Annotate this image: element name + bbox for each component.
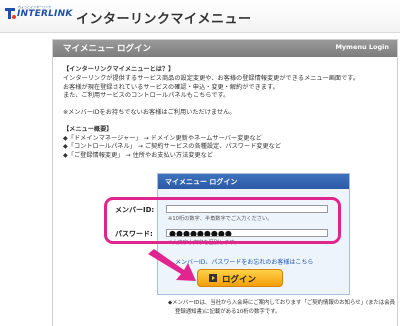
login-button-label: ログイン xyxy=(222,275,257,285)
play-arrow-icon xyxy=(209,274,217,282)
login-button[interactable]: ログイン xyxy=(197,269,283,287)
panel-header: マイメニュー ログイン Mymenu Login xyxy=(53,40,397,57)
intro-line: また、ご利用サービスのコントロールパネルもこちらです。 xyxy=(63,92,230,99)
footer-note: ◆メンバーIDは、当社から入会時にご案内しております「ご契約情報のお知らせ」(ま… xyxy=(168,300,396,306)
panel-subtitle: Mymenu Login xyxy=(335,43,389,51)
page: ちょっとインターリンク INTERLINK インターリンクマイメニュー マイメニ… xyxy=(0,0,400,326)
intro-line: インターリンクが提供するサービス商品の設定変更や、お客様の登録情報変更ができるメ… xyxy=(63,75,360,82)
overview-item: ◆「ドメインマネージャー」 → ドメイン更新やネームサーバー変更など xyxy=(63,134,262,142)
interlink-logo[interactable]: ちょっとインターリンク INTERLINK xyxy=(4,5,72,27)
logo-mark-icon xyxy=(5,8,16,19)
intro-note: ※メンバーIDをお持ちでないお客様はご利用いただけません。 xyxy=(63,109,236,116)
login-form-header: マイメニュー ログイン xyxy=(158,174,349,189)
pointer-arrow-icon xyxy=(148,249,196,281)
overview-item: ◆「ご登録情報変更」 → 住所やお支払い方法変更など xyxy=(63,151,214,159)
page-title: インターリンクマイメニュー xyxy=(76,12,252,27)
top-header: ちょっとインターリンク INTERLINK インターリンクマイメニュー xyxy=(0,0,400,33)
login-form-title: マイメニュー ログイン xyxy=(165,178,238,186)
logo-wordmark: INTERLINK xyxy=(17,9,73,19)
intro-line: お客様が現在登録されているサービスの確認・申込・変更・解約ができます。 xyxy=(63,83,279,91)
highlight-frame xyxy=(104,197,341,244)
panel-title: マイメニュー ログイン xyxy=(63,44,151,54)
footer-note: 登録通知書)に記載がある10桁の数字です。 xyxy=(175,309,281,315)
overview-item: ◆「コントロールパネル」 → ご契約サービスの各種設定、パスワード変更など xyxy=(63,143,282,150)
intro-heading: 【インターリンクマイメニューとは？】 xyxy=(63,66,175,73)
overview-heading: 【メニュー概要】 xyxy=(63,126,113,133)
